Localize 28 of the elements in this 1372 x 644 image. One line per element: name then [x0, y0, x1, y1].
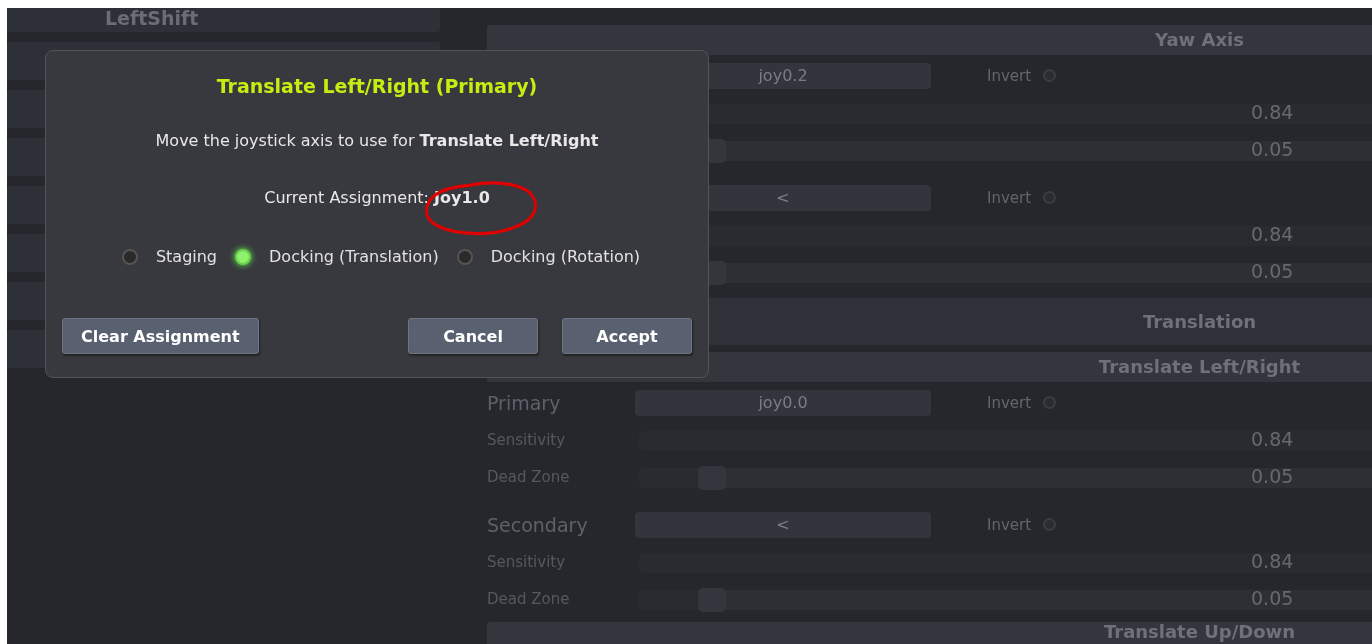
prompt-text: Move the joystick axis to use for Translate Left/Right — [155, 131, 599, 150]
slider-value: 0.84 — [1251, 100, 1294, 123]
slider-value: 0.05 — [1251, 586, 1294, 609]
invert-label: Invert — [987, 393, 1032, 412]
clear-button[interactable]: Clear Assignment — [62, 318, 259, 354]
slider-value: 0.84 — [1251, 222, 1294, 245]
slider-value: 0.84 — [1251, 427, 1294, 450]
slider-value: 0.84 — [1251, 549, 1294, 572]
assignment-text: Current Assignment: Joy1.0 — [264, 188, 490, 207]
dialog-button[interactable]: Cancel — [408, 318, 538, 354]
axis-field[interactable]: < — [635, 511, 931, 538]
section-subheader: Yaw Axis — [487, 25, 1372, 55]
binding-label: Secondary — [487, 513, 589, 536]
invert-label: Invert — [987, 66, 1032, 85]
slider-value: 0.05 — [1251, 259, 1294, 282]
key-list-item[interactable]: LeftShift — [7, 8, 440, 32]
dialog-title: Translate Left/Right (Primary) — [216, 75, 538, 97]
binding-label: Primary — [487, 391, 562, 414]
section-subheader: Translate Up/Down — [487, 622, 1372, 644]
invert-label: Invert — [987, 515, 1032, 534]
axis-field[interactable]: joy0.0 — [635, 389, 931, 416]
mode-label: Docking (Rotation) — [490, 247, 641, 266]
dialog-button[interactable]: Accept — [562, 318, 692, 354]
mode-label: Docking (Translation) — [269, 247, 439, 266]
slider-value: 0.05 — [1251, 137, 1294, 160]
slider-value: 0.05 — [1251, 464, 1294, 487]
mode-label: Staging — [155, 247, 218, 266]
invert-label: Invert — [987, 188, 1032, 207]
